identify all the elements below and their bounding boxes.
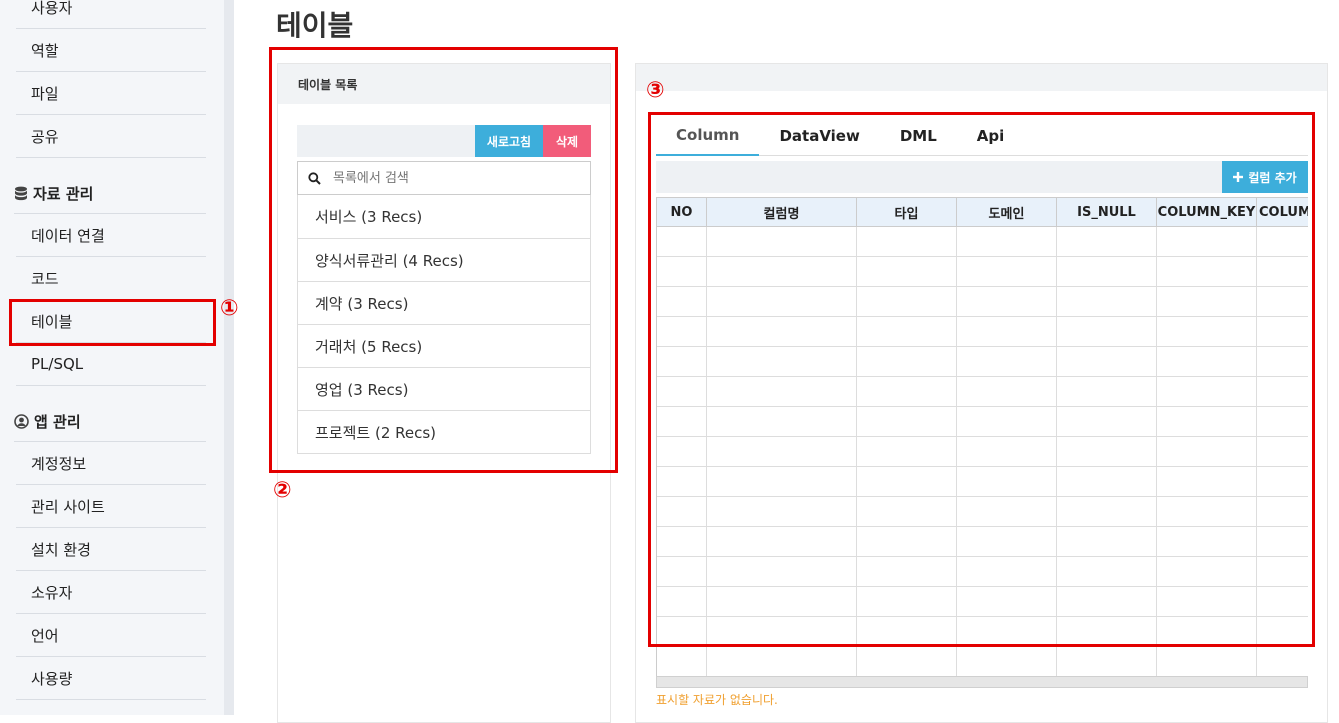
- sidebar-item-files[interactable]: 파일: [16, 72, 206, 115]
- grid-cell: [1057, 647, 1157, 676]
- sidebar-item-plsql[interactable]: PL/SQL: [16, 343, 206, 386]
- grid-cell: [957, 647, 1057, 676]
- sidebar-item-code[interactable]: 코드: [16, 257, 206, 300]
- grid-cell: [707, 647, 857, 676]
- grid-horizontal-scrollbar[interactable]: [656, 676, 1308, 688]
- grid-cell: [1257, 647, 1308, 676]
- annotation-box-3: [648, 112, 1315, 647]
- sidebar-scrollbar[interactable]: [224, 0, 234, 715]
- annotation-box-1: [9, 299, 216, 346]
- user-circle-icon: [14, 414, 29, 429]
- sidebar-item-language[interactable]: 언어: [16, 614, 206, 657]
- annotation-number-1: ①: [220, 296, 239, 321]
- sidebar-section-app: 앱 관리: [14, 402, 206, 442]
- empty-message: 표시할 자료가 없습니다.: [656, 693, 778, 707]
- database-icon: [15, 186, 27, 201]
- table-row: [657, 647, 1308, 677]
- annotation-number-3: ③: [646, 78, 665, 103]
- sidebar-section-data: 자료 관리: [14, 174, 206, 214]
- sidebar-item-owner[interactable]: 소유자: [16, 571, 206, 614]
- sidebar-item-data-connection[interactable]: 데이터 연결: [16, 214, 206, 257]
- grid-cell: [657, 647, 707, 676]
- annotation-box-2: [269, 47, 618, 473]
- sidebar: 사용자 역할 파일 공유 자료 관리 데이터 연결 코드 테이블 PL/SQL …: [0, 0, 224, 715]
- sidebar-item-admin-site[interactable]: 관리 사이트: [16, 485, 206, 528]
- sidebar-item-install-env[interactable]: 설치 환경: [16, 528, 206, 571]
- sidebar-item-users[interactable]: 사용자: [16, 0, 206, 29]
- grid-cell: [857, 647, 957, 676]
- sidebar-item-account[interactable]: 계정정보: [16, 442, 206, 485]
- sidebar-item-roles[interactable]: 역할: [16, 29, 206, 72]
- sidebar-item-share[interactable]: 공유: [16, 115, 206, 158]
- annotation-number-2: ②: [273, 478, 292, 503]
- detail-header-bar: [636, 64, 1327, 91]
- grid-cell: [1157, 647, 1257, 676]
- page-title: 테이블: [276, 9, 354, 42]
- sidebar-item-usage[interactable]: 사용량: [16, 657, 206, 700]
